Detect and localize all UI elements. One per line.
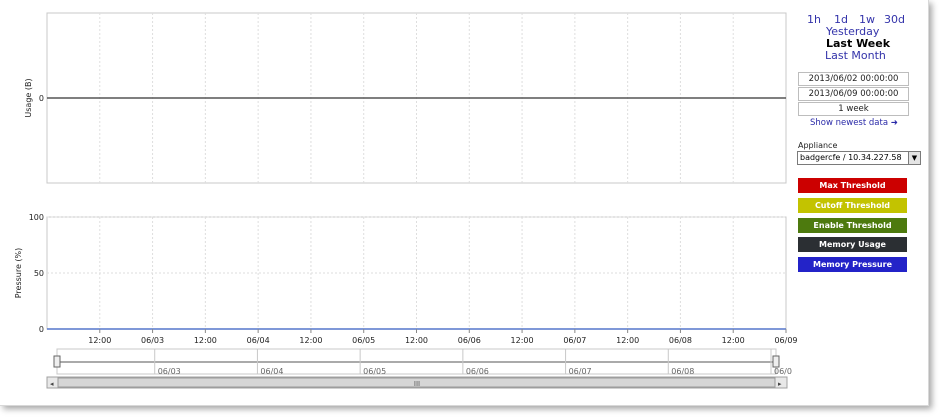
x-tick-label: 06/08: [669, 336, 692, 345]
appliance-label: Appliance: [798, 141, 838, 150]
y-tick-label: 50: [34, 269, 44, 278]
x-tick-label: 12:00: [88, 336, 111, 345]
x-tick-label: 06/09: [774, 336, 797, 345]
legend-memory-usage[interactable]: Memory Usage: [798, 237, 907, 252]
x-tick-label: 06/06: [458, 336, 481, 345]
x-tick-label: 06/07: [563, 336, 586, 345]
navigator-label: 06/07: [569, 367, 592, 376]
scroll-left-arrow-icon[interactable]: ◂: [50, 380, 54, 388]
legend-memory-pressure[interactable]: Memory Pressure: [798, 257, 907, 272]
charts-svg: Usage (B) 0 0 50 100 Pressure (%) 12:00 06/03 1…: [14, 12, 798, 389]
time-navigator[interactable]: 06/03 06/04 06/05 06/06 06/07 06/08 06/0 III ◂ ▸: [46, 348, 792, 389]
y-tick-label: 0: [39, 325, 44, 334]
x-tick-label: 12:00: [616, 336, 639, 345]
y-tick-label: 100: [29, 213, 44, 222]
x-tick-label: 06/05: [352, 336, 375, 345]
usage-chart: Usage (B) 0: [24, 12, 787, 184]
duration-field[interactable]: 1 week: [798, 102, 909, 116]
x-tick-label: 12:00: [299, 336, 322, 345]
x-tick-label: 06/03: [141, 336, 164, 345]
start-date-field[interactable]: 2013/06/02 00:00:00: [798, 72, 909, 86]
navigator-right-handle[interactable]: [772, 355, 780, 368]
time-link-1h[interactable]: 1h: [807, 13, 821, 26]
appliance-value: badgercfe / 10.34.227.58: [800, 153, 902, 162]
navigator-label: 06/06: [466, 367, 489, 376]
navigator-label: 06/08: [671, 367, 694, 376]
navigator-label: 06/03: [158, 367, 181, 376]
legend-cutoff-threshold[interactable]: Cutoff Threshold: [798, 198, 907, 213]
x-tick-label: 12:00: [194, 336, 217, 345]
time-link-30d[interactable]: 30d: [884, 13, 905, 26]
scroll-right-arrow-icon[interactable]: ▸: [778, 380, 782, 388]
range-link-last-month[interactable]: Last Month: [825, 49, 886, 62]
chart-panel: Usage (B) 0 0 50 100 Pressure (%) 12:00 06/03 1…: [0, 0, 929, 406]
y-axis-label: Pressure (%): [14, 248, 23, 299]
navigator-label: 06/04: [260, 367, 283, 376]
x-tick-label: 12:00: [722, 336, 745, 345]
show-newest-data-link[interactable]: Show newest data ➜: [810, 118, 898, 128]
y-axis-label: Usage (B): [24, 78, 33, 117]
pressure-chart: 0 50 100 Pressure (%) 12:00 06/03 12:00 06/04 12…: [14, 213, 798, 345]
y-tick-label: 0: [39, 94, 44, 103]
navigator-left-handle[interactable]: [53, 355, 61, 368]
x-tick-label: 12:00: [405, 336, 428, 345]
navigator-label: 06/05: [363, 367, 386, 376]
legend-max-threshold[interactable]: Max Threshold: [798, 178, 907, 193]
appliance-select[interactable]: badgercfe / 10.34.227.58 ▼: [797, 151, 921, 165]
x-tick-label: 12:00: [511, 336, 534, 345]
scrollbar-grip[interactable]: III: [414, 380, 420, 388]
x-tick-label: 06/04: [247, 336, 270, 345]
navigator-label: 06/0: [774, 367, 792, 376]
legend-enable-threshold[interactable]: Enable Threshold: [798, 218, 907, 233]
chevron-down-icon[interactable]: ▼: [908, 152, 920, 164]
end-date-field[interactable]: 2013/06/09 00:00:00: [798, 87, 909, 101]
